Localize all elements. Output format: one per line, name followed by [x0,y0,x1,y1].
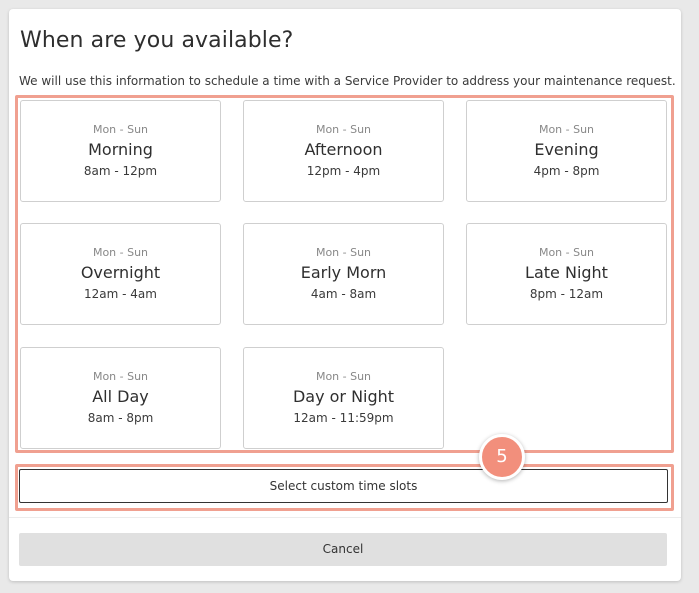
slot-name: Overnight [80,263,161,282]
slot-card-morning[interactable]: Mon - Sun Morning 8am - 12pm [20,100,221,202]
slot-hours: 12pm - 4pm [306,164,381,178]
slot-name: Morning [88,140,153,159]
slot-name: Late Night [525,263,608,282]
slot-name: All Day [92,387,149,406]
slot-hours: 4am - 8am [310,287,377,301]
slot-hours: 8am - 8pm [87,411,154,425]
slot-hours: 8pm - 12am [529,287,604,301]
slot-card-late-night[interactable]: Mon - Sun Late Night 8pm - 12am [466,223,667,325]
slot-name: Day or Night [292,387,395,406]
cancel-button[interactable]: Cancel [19,533,667,566]
slot-days: Mon - Sun [92,246,149,259]
slot-name: Evening [534,140,599,159]
slot-days: Mon - Sun [538,123,595,136]
step-badge: 5 [479,434,525,480]
slot-card-day-or-night[interactable]: Mon - Sun Day or Night 12am - 11:59pm [243,347,444,449]
slot-days: Mon - Sun [315,123,372,136]
dialog-title: When are you available? [20,28,294,53]
slot-name: Early Morn [300,263,387,282]
slot-hours: 4pm - 8pm [533,164,600,178]
availability-dialog: When are you available? We will use this… [9,9,681,581]
slot-days: Mon - Sun [315,370,372,383]
slot-hours: 12am - 11:59pm [293,411,394,425]
slot-card-evening[interactable]: Mon - Sun Evening 4pm - 8pm [466,100,667,202]
footer-divider [9,517,681,518]
dialog-subtitle: We will use this information to schedule… [19,74,676,88]
slot-card-afternoon[interactable]: Mon - Sun Afternoon 12pm - 4pm [243,100,444,202]
select-custom-time-slots-button[interactable]: Select custom time slots [19,469,668,503]
slot-days: Mon - Sun [92,123,149,136]
slot-name: Afternoon [304,140,383,159]
slot-hours: 8am - 12pm [83,164,158,178]
slot-days: Mon - Sun [315,246,372,259]
slot-hours: 12am - 4am [84,287,157,301]
slot-days: Mon - Sun [538,246,595,259]
slot-card-early-morn[interactable]: Mon - Sun Early Morn 4am - 8am [243,223,444,325]
slot-days: Mon - Sun [92,370,149,383]
slot-card-all-day[interactable]: Mon - Sun All Day 8am - 8pm [20,347,221,449]
slot-card-overnight[interactable]: Mon - Sun Overnight 12am - 4am [20,223,221,325]
